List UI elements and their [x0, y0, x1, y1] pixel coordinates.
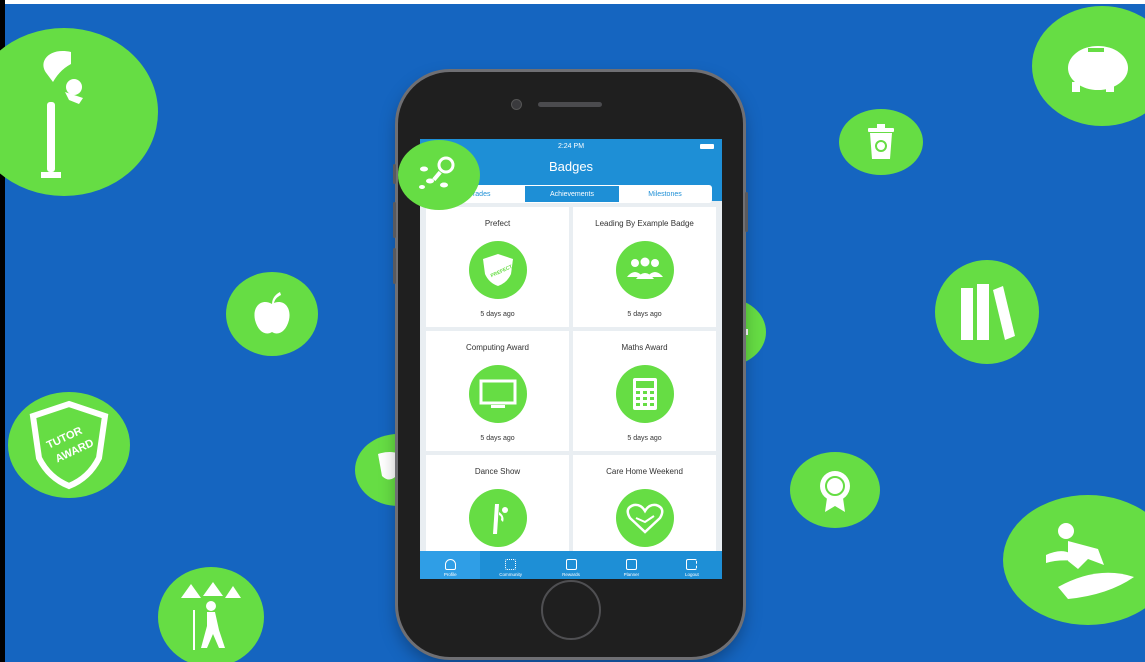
- magnifier-badge-icon: [398, 140, 480, 210]
- badge-time: 5 days ago: [627, 435, 662, 442]
- badge-title: Dance Show: [474, 467, 521, 476]
- badge-title: Computing Award: [466, 343, 529, 352]
- profile-icon: [444, 559, 456, 570]
- home-button[interactable]: [541, 580, 601, 640]
- segment-achievements[interactable]: Achievements: [525, 186, 618, 202]
- community-icon: [505, 559, 517, 570]
- tab-rewards[interactable]: Rewards: [541, 551, 601, 579]
- battery-icon: [700, 144, 714, 149]
- app-screen: 2:24 PM Badges Grades Achievements Miles…: [420, 139, 722, 579]
- badge-time: 5 days ago: [627, 311, 662, 318]
- tab-label: Rewards: [562, 572, 580, 577]
- badge-title: Prefect: [484, 219, 511, 228]
- surfer-badge-icon: [1003, 495, 1145, 625]
- badge-grid: Prefect PREFECT 5 days ago Leading By Ex…: [426, 207, 716, 575]
- badge-title: Leading By Example Badge: [595, 219, 694, 228]
- promo-stage: TUTOR AWARD 2:24 PM Badges Grades Achiev…: [0, 0, 1145, 662]
- tutor-award-badge-icon: TUTOR AWARD: [8, 392, 130, 498]
- segment-milestones[interactable]: Milestones: [618, 186, 711, 202]
- heart-hands-icon: [615, 489, 674, 547]
- top-border: [0, 0, 1145, 4]
- group-icon: [615, 241, 674, 299]
- tab-label: Planner: [623, 572, 640, 577]
- calculator-icon: [615, 365, 674, 423]
- badge-title: Care Home Weekend: [606, 467, 683, 476]
- tab-label: Logout: [684, 572, 699, 577]
- monitor-icon: [468, 365, 527, 423]
- hiker-badge-icon: [158, 567, 264, 662]
- tab-label: Community: [499, 572, 522, 577]
- tab-profile[interactable]: Profile: [420, 551, 481, 579]
- badge-card-leading-by-example[interactable]: Leading By Example Badge 5 days ago: [573, 207, 716, 327]
- tab-bar: Profile Community Rewards Planner Logout: [420, 551, 722, 579]
- earpiece: [538, 102, 602, 107]
- badge-card-prefect[interactable]: Prefect PREFECT 5 days ago: [426, 207, 569, 327]
- apple-badge-icon: [226, 272, 318, 356]
- tab-planner[interactable]: Planner: [601, 551, 661, 579]
- front-camera: [511, 99, 522, 110]
- volume-down-button: [393, 248, 396, 284]
- badge-time: 5 days ago: [480, 311, 515, 318]
- piggy-bank-badge-icon: [1032, 6, 1145, 126]
- books-badge-icon: [935, 260, 1039, 364]
- gymnast-badge-icon: [0, 28, 158, 196]
- badge-title: Maths Award: [621, 343, 668, 352]
- mute-switch: [393, 164, 396, 184]
- recycle-bin-badge-icon: [839, 109, 923, 175]
- volume-up-button: [393, 202, 396, 238]
- dancer-icon: [468, 489, 527, 547]
- badge-card-computing-award[interactable]: Computing Award 5 days ago: [426, 331, 569, 451]
- badge-time: 5 days ago: [480, 435, 515, 442]
- prefect-shield-icon: PREFECT: [468, 241, 527, 299]
- rosette-badge-icon: [790, 452, 880, 528]
- planner-icon: [625, 559, 637, 570]
- badge-card-maths-award[interactable]: Maths Award 5 days ago: [573, 331, 716, 451]
- tab-community[interactable]: Community: [480, 551, 540, 579]
- gift-icon: [565, 559, 577, 570]
- tab-logout[interactable]: Logout: [662, 551, 722, 579]
- logout-icon: [686, 559, 698, 570]
- tab-label: Profile: [443, 572, 457, 577]
- power-button: [745, 192, 748, 232]
